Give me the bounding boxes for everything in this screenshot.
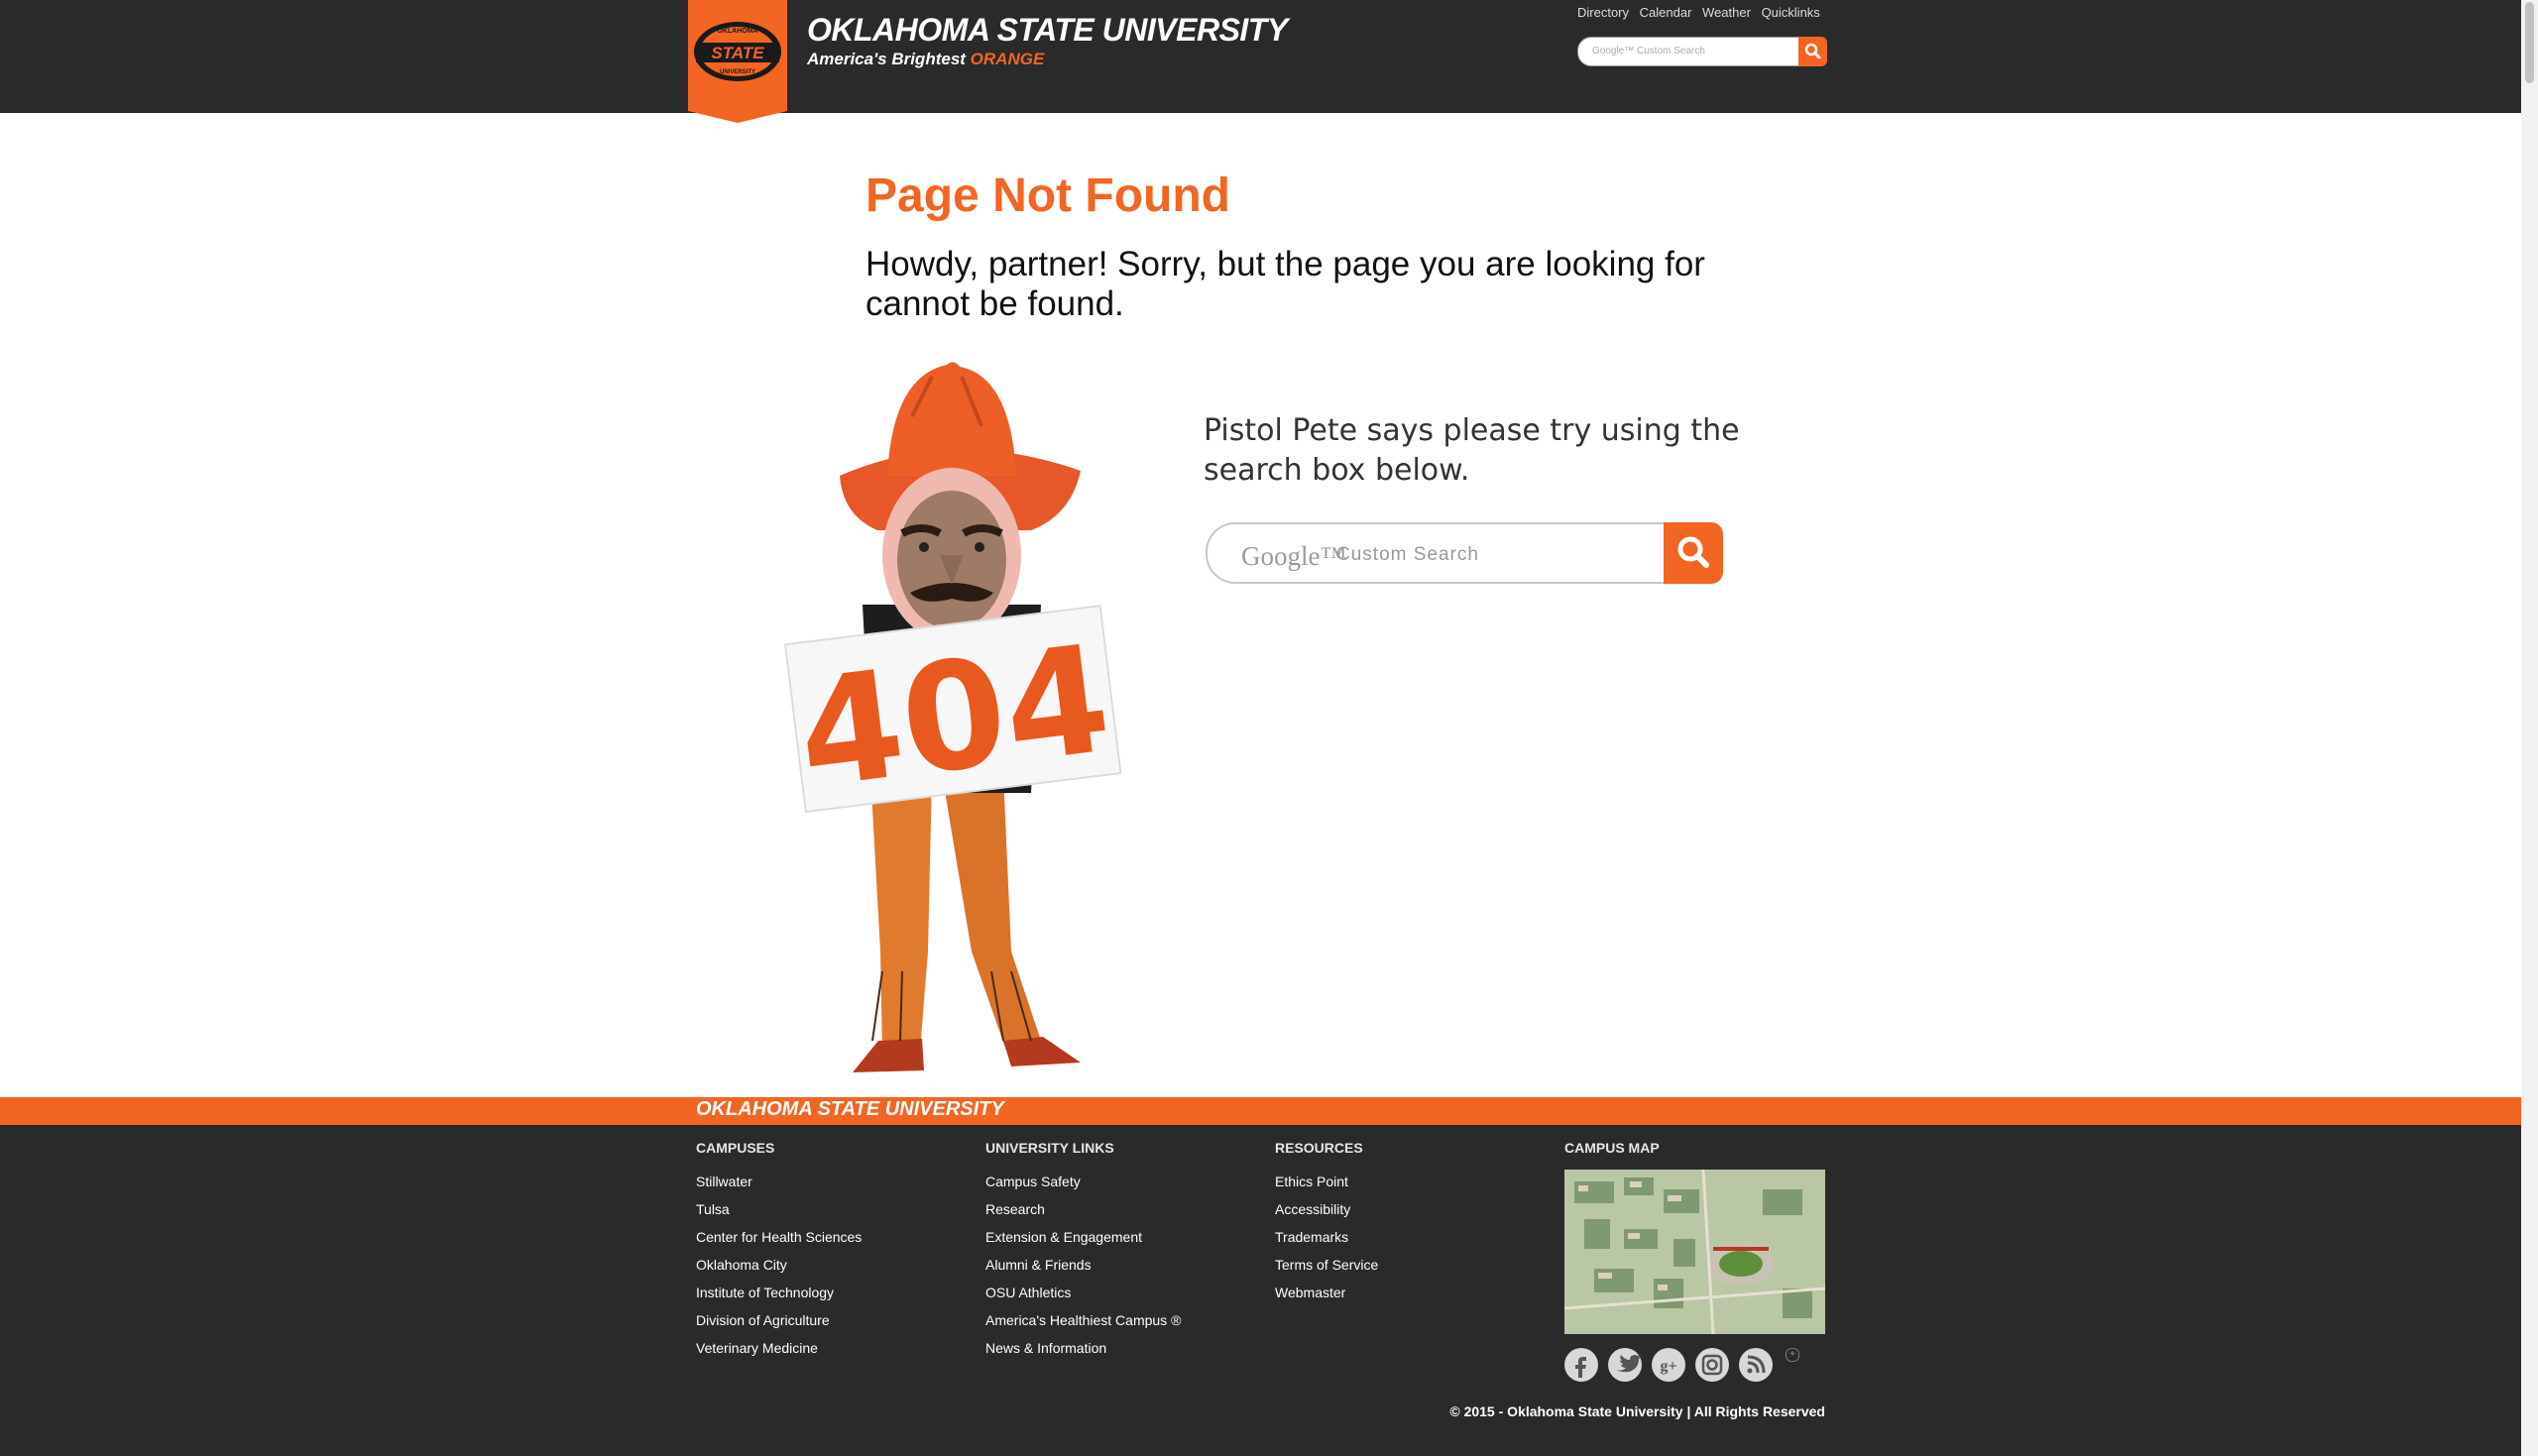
footer-column-university-links: UNIVERSITY LINKS Campus Safety Research … [985,1140,1181,1368]
twitter-icon[interactable] [1608,1348,1642,1382]
footer-link[interactable]: Research [985,1201,1181,1229]
column-heading: CAMPUSES [696,1140,775,1156]
column-heading: CAMPUS MAP [1564,1140,1660,1156]
copyright-text: © 2015 - Oklahoma State University | All… [1449,1403,1825,1419]
main-search: Google™ Custom Search [1206,522,1727,584]
footer-link[interactable]: Webmaster [1275,1285,1378,1312]
scrollbar-thumb[interactable] [2525,2,2534,83]
header-search-input[interactable]: Google™ Custom Search [1577,37,1799,66]
header-search-placeholder: Google™ Custom Search [1592,46,1705,56]
footer-link[interactable]: Stillwater [696,1174,862,1201]
footer-link[interactable]: Extension & Engagement [985,1229,1181,1257]
osu-logo[interactable]: OKLAHOMA STATE UNIVERSITY [688,0,787,123]
footer-link[interactable]: Oklahoma City [696,1257,862,1285]
search-icon [1804,43,1821,59]
site-footer [0,1125,2538,1456]
more-social-icon[interactable]: + [1786,1348,1799,1362]
nav-directory[interactable]: Directory [1577,5,1629,20]
sign-404-text: 404 [789,614,1118,823]
error-message: Howdy, partner! Sorry, but the page you … [865,245,1705,323]
footer-brand-band [0,1097,2538,1125]
footer-link[interactable]: Tulsa [696,1201,862,1229]
footer-link[interactable]: Alumni & Friends [985,1257,1181,1285]
page-title: Page Not Found [865,169,1230,222]
tagline-highlight: ORANGE [970,50,1045,68]
footer-link[interactable]: News & Information [985,1340,1181,1368]
site-title[interactable]: OKLAHOMA STATE UNIVERSITY [807,12,1288,49]
footer-link[interactable]: Veterinary Medicine [696,1340,862,1368]
footer-link[interactable]: Ethics Point [1275,1174,1378,1201]
tagline-prefix: America's Brightest [807,50,966,68]
footer-brand[interactable]: OKLAHOMA STATE UNIVERSITY [696,1098,1004,1121]
header-search: Google™ Custom Search [1577,37,1827,66]
campus-map-image[interactable] [1564,1170,1825,1334]
footer-link[interactable]: Trademarks [1275,1229,1378,1257]
utility-nav: Directory Calendar Weather Quicklinks [1577,5,1827,20]
facebook-icon[interactable] [1564,1348,1598,1382]
footer-link[interactable]: Institute of Technology [696,1285,862,1312]
nav-quicklinks[interactable]: Quicklinks [1762,5,1820,20]
instagram-icon[interactable] [1695,1348,1729,1382]
main-search-input[interactable]: Google™ Custom Search [1206,522,1666,584]
nav-weather[interactable]: Weather [1702,5,1751,20]
footer-column-campuses: CAMPUSES Stillwater Tulsa Center for Hea… [696,1140,862,1368]
page-scrollbar[interactable] [2521,0,2538,1456]
column-heading: RESOURCES [1275,1140,1363,1156]
search-placeholder: Custom Search [1336,544,1479,565]
main-search-button[interactable] [1664,522,1723,584]
logo-text-bottom: UNIVERSITY [720,69,755,75]
mascot-message: Pistol Pete says please try using the se… [1204,413,1740,488]
pistol-pete-mascot-image: 404 [783,362,1122,1072]
logo-text-main: STATE [711,44,764,62]
footer-link[interactable]: Division of Agriculture [696,1312,862,1340]
google-wordmark: Google™ [1241,541,1346,571]
google-plus-icon[interactable]: g+ [1652,1348,1685,1382]
site-header: OKLAHOMA STATE UNIVERSITY OKLAHOMA STATE… [0,0,2538,123]
site-tagline: America's Brightest ORANGE [807,50,1044,69]
svg-text:g+: g+ [1660,1358,1676,1375]
column-heading: UNIVERSITY LINKS [985,1140,1114,1156]
footer-link[interactable]: Center for Health Sciences [696,1229,862,1257]
nav-calendar[interactable]: Calendar [1640,5,1692,20]
footer-column-campus-map: CAMPUS MAP [1564,1140,1660,1174]
footer-link[interactable]: America's Healthiest Campus ® [985,1312,1181,1340]
footer-link[interactable]: Accessibility [1275,1201,1378,1229]
footer-column-resources: RESOURCES Ethics Point Accessibility Tra… [1275,1140,1378,1312]
footer-link[interactable]: Terms of Service [1275,1257,1378,1285]
footer-link[interactable]: OSU Athletics [985,1285,1181,1312]
search-icon [1677,536,1709,568]
logo-text-top: OKLAHOMA [717,28,757,35]
footer-link[interactable]: Campus Safety [985,1174,1181,1201]
header-search-button[interactable] [1798,37,1827,66]
rss-icon[interactable] [1739,1348,1773,1382]
